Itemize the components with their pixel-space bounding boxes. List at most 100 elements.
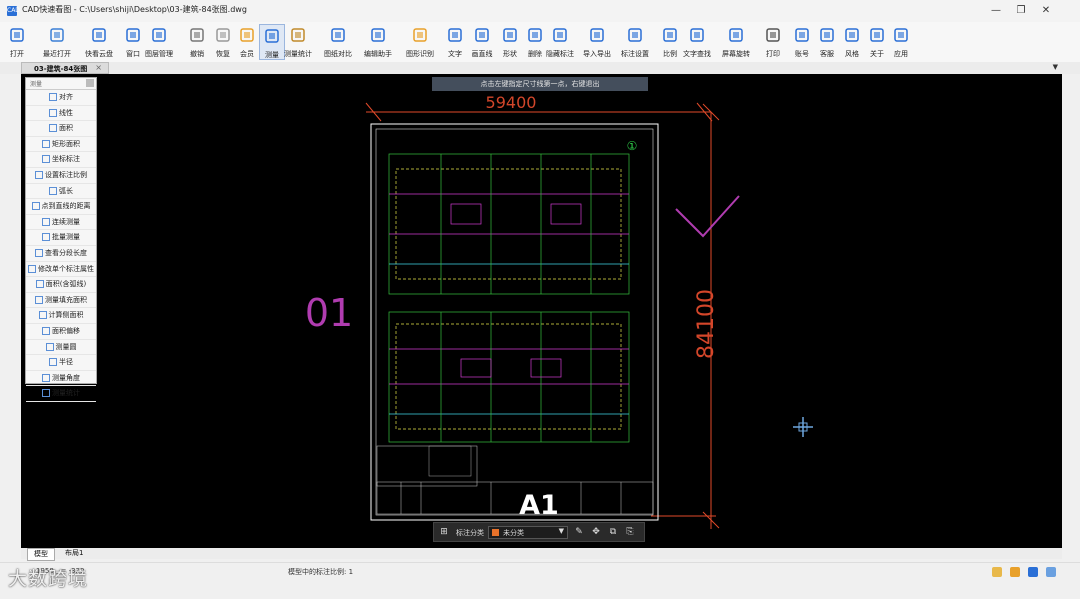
layout-tab-strip: 模型 布局1 bbox=[21, 548, 1062, 561]
sheet-number: ① bbox=[627, 139, 638, 153]
measure-item-9[interactable]: 批量测量 bbox=[26, 230, 96, 246]
toolbar-button-1[interactable]: 最近打开 bbox=[43, 24, 71, 60]
toolbar-button-18[interactable]: 导入导出 bbox=[583, 24, 611, 60]
measure-item-11[interactable]: 修改单个标注属性 bbox=[26, 262, 96, 278]
annotation-settings-icon bbox=[626, 26, 644, 44]
toolbar-button-label: 图纸对比 bbox=[324, 50, 352, 58]
toolbar-button-19[interactable]: 标注设置 bbox=[621, 24, 649, 60]
measure-panel-close-icon[interactable] bbox=[86, 79, 94, 87]
toolbar-button-22[interactable]: 屏幕旋转 bbox=[722, 24, 750, 60]
line-icon bbox=[473, 26, 491, 44]
toolbar-button-9[interactable]: 测量统计 bbox=[284, 24, 312, 60]
measure-item-12[interactable]: 面积(含弧线) bbox=[26, 277, 96, 293]
measure-tool-icon bbox=[42, 373, 50, 382]
toolbar-button-label: 打开 bbox=[10, 50, 24, 58]
edit-assistant-icon bbox=[369, 26, 387, 44]
measure-tool-icon bbox=[35, 170, 43, 179]
measure-item-1[interactable]: 线性 bbox=[26, 106, 96, 122]
measure-item-label: 半径 bbox=[59, 358, 73, 367]
measure-item-13[interactable]: 测量填充面积 bbox=[26, 293, 96, 309]
toolbar-button-21[interactable]: 文字查找 bbox=[683, 24, 711, 60]
app-logo-icon: CAD bbox=[7, 6, 20, 16]
text-search-icon bbox=[688, 26, 706, 44]
edit-icon[interactable]: ✎ bbox=[574, 527, 584, 537]
status-icon-1[interactable] bbox=[992, 567, 1002, 577]
toolbar-button-10[interactable]: 图纸对比 bbox=[324, 24, 352, 60]
tab-layout1[interactable]: 布局1 bbox=[59, 548, 89, 559]
sheet-size-label: A1 bbox=[519, 490, 559, 521]
toolbar-button-label: 隐藏标注 bbox=[546, 50, 574, 58]
measure-item-7[interactable]: 点到直线的距离 bbox=[26, 199, 96, 215]
annotation-scale-text: 模型中的标注比例: 1 bbox=[288, 568, 354, 576]
measure-item-0[interactable]: 对齐 bbox=[26, 90, 96, 106]
measure-tool-icon bbox=[42, 155, 50, 164]
toolbar-button-2[interactable]: 快看云盘 bbox=[85, 24, 113, 60]
rotate-icon bbox=[727, 26, 745, 44]
toolbar-button-label: 快看云盘 bbox=[85, 50, 113, 58]
scale-icon bbox=[661, 26, 679, 44]
folder-open-icon bbox=[8, 26, 26, 44]
document-tab-label: 03-建筑-84张图 bbox=[34, 65, 88, 73]
toolbar-button-0[interactable]: 打开 bbox=[4, 24, 30, 60]
layers-icon bbox=[150, 26, 168, 44]
chevron-down-icon: ▼ bbox=[558, 527, 564, 535]
tab-menu-chevron-icon[interactable]: ▼ bbox=[1053, 63, 1058, 71]
tab-model[interactable]: 模型 bbox=[27, 548, 55, 561]
measure-item-label: 批量测量 bbox=[52, 233, 80, 242]
measure-item-3[interactable]: 矩形面积 bbox=[26, 137, 96, 153]
measure-item-10[interactable]: 查看分段长度 bbox=[26, 246, 96, 262]
measure-item-16[interactable]: 测量圆 bbox=[26, 340, 96, 356]
paste-icon[interactable]: ⎘ bbox=[625, 527, 635, 537]
measure-item-5[interactable]: 设置标注比例 bbox=[26, 168, 96, 184]
toolbar-button-11[interactable]: 编辑助手 bbox=[364, 24, 392, 60]
measure-item-14[interactable]: 计算侧面积 bbox=[26, 308, 96, 324]
annotation-category-value: 未分类 bbox=[503, 529, 524, 537]
measure-item-17[interactable]: 半径 bbox=[26, 355, 96, 371]
measure-tool-icon bbox=[42, 233, 50, 242]
drawing-canvas[interactable]: 59400 84100 01 ① A1 点击左键指定尺寸线第一点，右键退出 测量… bbox=[21, 74, 1062, 548]
measure-tool-icon bbox=[35, 280, 44, 289]
shape-icon bbox=[501, 26, 519, 44]
annotation-toolbar: ⊞ 标注分类 未分类 ▼ ✎ ✥ ⧉ ⎘ bbox=[433, 522, 645, 542]
redo-icon bbox=[214, 26, 232, 44]
measure-item-label: 点到直线的距离 bbox=[41, 202, 91, 211]
measure-item-label: 查看分段长度 bbox=[45, 248, 87, 257]
toolbar-button-28[interactable]: 应用 bbox=[888, 24, 914, 60]
measure-tool-icon bbox=[49, 124, 57, 133]
sheet-frame bbox=[370, 123, 659, 521]
crosshair-cursor-icon bbox=[793, 417, 813, 437]
measure-item-6[interactable]: 弧长 bbox=[26, 184, 96, 200]
close-window-button[interactable]: ✕ bbox=[1033, 3, 1059, 19]
measure-item-19[interactable]: 测量统计 bbox=[26, 386, 96, 402]
maximize-button[interactable]: ❐ bbox=[1008, 3, 1034, 19]
document-tab-close-icon[interactable]: × bbox=[95, 63, 102, 72]
toolbar-button-4[interactable]: 图层管理 bbox=[145, 24, 173, 60]
status-icon-3[interactable] bbox=[1028, 567, 1038, 577]
eraser-icon bbox=[526, 26, 544, 44]
measure-item-2[interactable]: 面积 bbox=[26, 121, 96, 137]
dimension-height-label: 84100 bbox=[694, 289, 719, 359]
status-icon-4[interactable] bbox=[1046, 567, 1056, 577]
annotation-category-label: 标注分类 bbox=[456, 529, 484, 537]
clock-icon bbox=[48, 26, 66, 44]
status-icon-2[interactable] bbox=[1010, 567, 1020, 577]
measure-item-18[interactable]: 测量角度 bbox=[26, 371, 96, 387]
measure-tool-icon bbox=[45, 342, 54, 351]
measure-item-15[interactable]: 面积偏移 bbox=[26, 324, 96, 340]
main-toolbar: 打开 最近打开 快看云盘 窗口 图层管理 撤销 恢复 会员 测量 测量统计 图纸对比 编辑助手 图形识别… bbox=[0, 22, 1080, 63]
grid-icon[interactable]: ⊞ bbox=[439, 527, 449, 537]
document-tab[interactable]: 03-建筑-84张图 × bbox=[21, 62, 109, 74]
check-mark bbox=[675, 195, 740, 238]
toolbar-button-17[interactable]: 隐藏标注 bbox=[546, 24, 574, 60]
toolbar-button-12[interactable]: 图形识别 bbox=[406, 24, 434, 60]
cloud-icon bbox=[90, 26, 108, 44]
annotation-category-select[interactable]: 未分类 ▼ bbox=[488, 526, 568, 539]
vip-icon bbox=[238, 26, 256, 44]
minimize-button[interactable]: — bbox=[983, 3, 1009, 19]
move-icon[interactable]: ✥ bbox=[591, 527, 601, 537]
measure-item-8[interactable]: 连续测量 bbox=[26, 215, 96, 231]
copy-icon[interactable]: ⧉ bbox=[608, 527, 618, 537]
compare-icon bbox=[329, 26, 347, 44]
measure-item-4[interactable]: 坐标标注 bbox=[26, 152, 96, 168]
measure-item-label: 测量圆 bbox=[55, 342, 77, 351]
